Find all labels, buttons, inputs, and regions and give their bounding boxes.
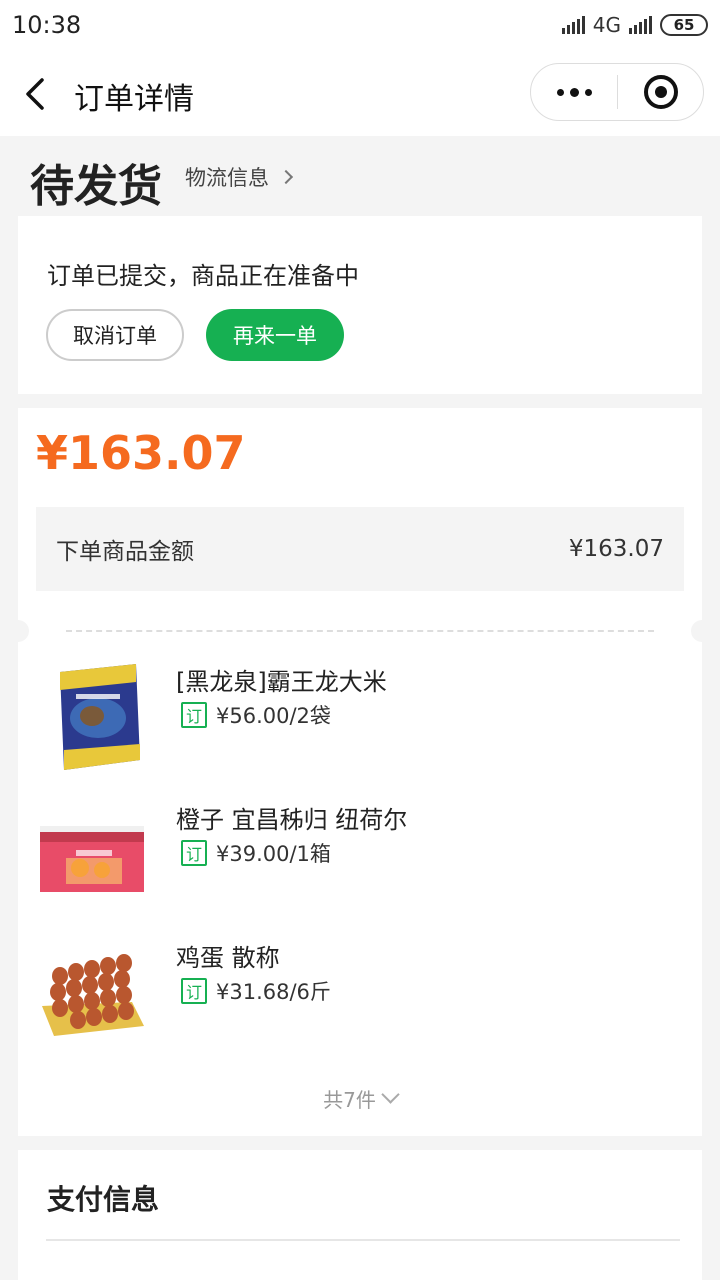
dashed-divider [66,630,654,632]
list-item[interactable]: 橙子 宜昌秭归 纽荷尔 订 ¥39.00/1箱 [36,798,686,918]
item-price: ¥31.68/6斤 [216,980,331,1004]
battery-icon: 65 [660,14,708,36]
logistics-link[interactable]: 物流信息 [185,162,294,192]
item-name: [黑龙泉]霸王龙大米 [176,668,387,696]
status-message: 订单已提交，商品正在准备中 [47,262,359,290]
item-name: 橙子 宜昌秭归 纽荷尔 [176,806,408,834]
item-price-line: 订 ¥31.68/6斤 [181,976,331,1006]
battery-level: 65 [673,16,695,34]
back-arrow-icon[interactable] [22,76,50,112]
item-price-line: 订 ¥39.00/1箱 [181,838,331,868]
payment-title: 支付信息 [47,1183,160,1216]
logistics-label: 物流信息 [185,166,269,190]
chevron-down-icon [381,1085,400,1104]
list-item[interactable]: 鸡蛋 散称 订 ¥31.68/6斤 [36,936,686,1056]
payment-divider [46,1239,680,1241]
amount-row: 下单商品金额 ¥163.07 [36,507,684,591]
cancel-order-button[interactable]: 取消订单 [46,309,184,361]
order-card: ¥163.07 下单商品金额 ¥163.07 [黑龙泉]霸王龙大米 订 ¥56.… [7,408,713,1136]
close-miniprogram-button[interactable] [618,75,703,109]
payment-card: 支付信息 [18,1150,702,1280]
amount-value: ¥163.07 [568,536,664,562]
item-price-line: 订 ¥56.00/2袋 [181,700,331,730]
signal-icon [561,16,585,34]
order-tag: 订 [181,978,207,1004]
more-options-button[interactable] [531,64,617,120]
orange-box-image [40,826,144,892]
order-state-title: 待发货 [30,161,162,212]
rice-bag-image [60,664,140,770]
order-tag: 订 [181,840,207,866]
order-tag: 订 [181,702,207,728]
status-card: 订单已提交，商品正在准备中 取消订单 再来一单 [18,216,702,394]
status-bar: 10:38 4G 65 [0,0,720,50]
page-title: 订单详情 [74,82,194,117]
network-type: 4G [592,13,621,37]
nav-bar: 订单详情 [0,50,720,136]
target-icon [643,75,678,109]
item-name: 鸡蛋 散称 [176,944,280,972]
ticket-notch-left [7,620,29,642]
chevron-right-icon [278,169,294,185]
order-total: ¥163.07 [36,426,246,480]
miniprogram-capsule [530,63,704,121]
item-count-label: 共7件 [323,1088,376,1112]
status-time: 10:38 [12,11,82,39]
item-price: ¥56.00/2袋 [216,704,331,728]
signal-icon-2 [629,16,652,34]
expand-items-button[interactable]: 共7件 [18,1084,702,1113]
item-price: ¥39.00/1箱 [216,842,331,866]
list-item[interactable]: [黑龙泉]霸王龙大米 订 ¥56.00/2袋 [36,660,686,780]
status-indicators: 4G 65 [561,13,708,37]
ticket-notch-right [691,620,713,642]
reorder-button[interactable]: 再来一单 [206,309,344,361]
egg-tray-image [42,954,144,1036]
amount-label: 下单商品金额 [56,539,194,565]
